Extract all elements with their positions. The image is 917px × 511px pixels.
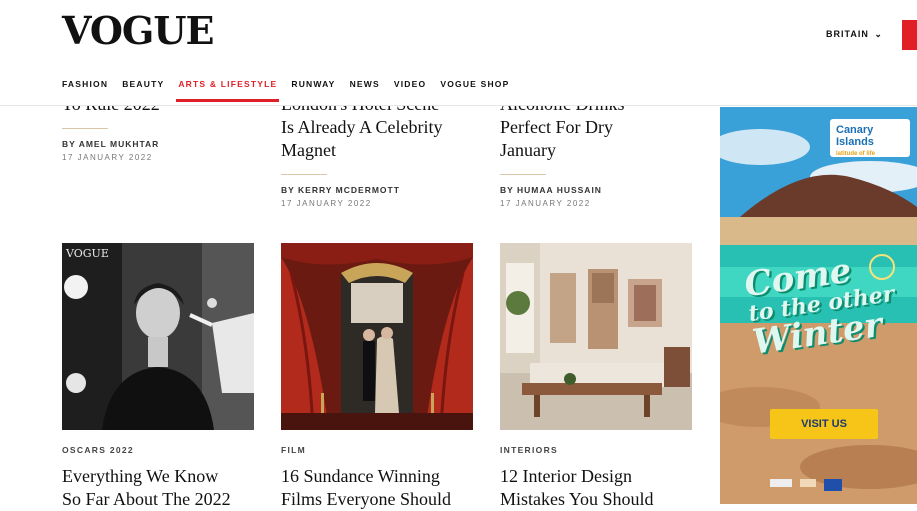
footer-logo [800,479,816,487]
nav-arts-lifestyle[interactable]: ARTS & LIFESTYLE [176,79,280,102]
date: 17 JANUARY 2022 [62,153,153,162]
vogue-logo[interactable]: VOGUE [62,12,214,50]
interiors-photo[interactable] [500,243,692,430]
date: 17 JANUARY 2022 [500,199,591,208]
region-selector[interactable]: BRITAIN ⌄ [826,29,883,40]
card-title-line: Everything We Know [62,466,219,486]
footer-logo [770,479,792,487]
nav-arts-lifestyle-label: ARTS & LIFESTYLE [178,79,278,89]
article-title-line[interactable]: Magnet [281,139,491,162]
oscars-photo[interactable]: VOGUE [62,243,254,430]
nav-vogue-shop[interactable]: VOGUE SHOP [440,79,509,89]
divider [62,128,108,129]
canary-islands-logo: Canary Islands latitude of life [830,119,910,157]
region-label: BRITAIN [826,29,869,39]
eu-flag-icon [824,479,842,491]
card-title-line: 16 Sundance Winning [281,466,440,486]
oscars-photo-illustration [62,243,254,430]
card-kicker[interactable]: INTERIORS [500,445,558,455]
main-nav: FASHION BEAUTY ARTS & LIFESTYLE RUNWAY N… [62,79,509,102]
nav-news[interactable]: NEWS [350,79,380,89]
divider [500,174,546,175]
card-title-line: 12 Interior Design [500,466,632,486]
photo-vogue-logo: VOGUE [66,247,109,260]
card-kicker[interactable]: FILM [281,445,306,455]
canary-islands-ad[interactable]: Canary Islands latitude of life Come to … [720,107,917,504]
card-title-line: Films Everyone Should [281,489,451,509]
article-title-line[interactable]: Is Already A Celebrity [281,116,491,139]
visit-us-button[interactable]: VISIT US [770,409,878,439]
subscribe-button[interactable] [902,20,917,50]
byline[interactable]: BY KERRY MCDERMOTT [281,185,491,195]
byline[interactable]: BY AMEL MUKHTAR [62,139,262,149]
film-photo-illustration [281,243,473,430]
ad-brand-tagline: latitude of life [836,151,875,157]
card-title[interactable]: 16 Sundance Winning Films Everyone Shoul… [281,465,491,511]
date: 17 JANUARY 2022 [281,199,372,208]
nav-video[interactable]: VIDEO [394,79,426,89]
article-humaa[interactable]: Alcoholic Drinks Perfect For Dry January… [500,93,710,208]
site-header: VOGUE BRITAIN ⌄ FASHION BEAUTY ARTS & LI… [0,0,917,106]
article-title-line[interactable]: January [500,139,710,162]
card-title-line: Mistakes You Should [500,489,654,509]
nav-runway[interactable]: RUNWAY [291,79,335,89]
nav-beauty[interactable]: BEAUTY [122,79,164,89]
card-title[interactable]: Everything We Know So Far About The 2022 [62,465,272,511]
card-kicker[interactable]: OSCARS 2022 [62,445,134,455]
card-title[interactable]: 12 Interior Design Mistakes You Should [500,465,710,511]
ad-footer-logos [770,479,842,491]
active-nav-underline [176,99,280,102]
interiors-photo-illustration [500,243,692,430]
article-kerry[interactable]: London's Hotel Scene Is Already A Celebr… [281,93,491,208]
card-title-line: So Far About The 2022 [62,489,231,509]
ad-brand-line: Islands [836,136,874,148]
film-photo[interactable] [281,243,473,430]
byline[interactable]: BY HUMAA HUSSAIN [500,185,710,195]
chevron-down-icon: ⌄ [874,29,883,39]
divider [281,174,327,175]
article-title-line[interactable]: Perfect For Dry [500,116,710,139]
nav-fashion[interactable]: FASHION [62,79,108,89]
ad-brand-line: Canary [836,124,874,136]
